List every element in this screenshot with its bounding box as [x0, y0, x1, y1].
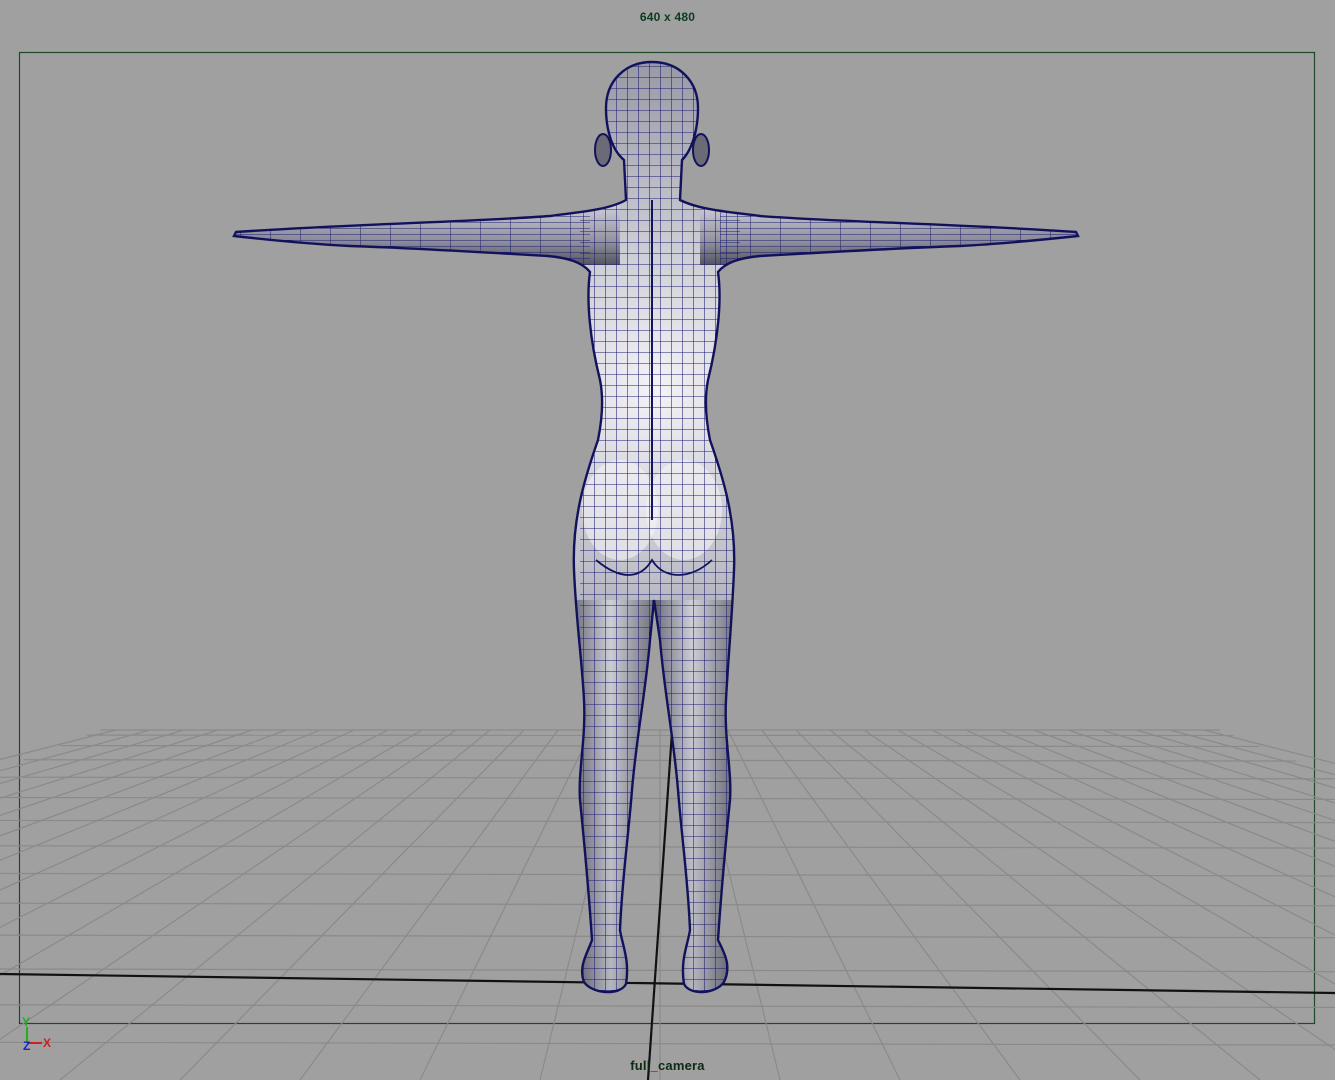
perspective-viewport[interactable]: 640 x 480 full_camera Y Z X [0, 0, 1335, 1080]
viewport-canvas[interactable] [0, 0, 1335, 1080]
axis-x-label: X [43, 1036, 52, 1050]
grid-line [0, 729, 253, 817]
grid-line [0, 729, 457, 1041]
grid-line [0, 819, 1335, 824]
grid-line [0, 968, 1335, 973]
grid-line [419, 729, 593, 1080]
grid-line [0, 1004, 1335, 1009]
grid-line [179, 729, 525, 1080]
grid-line [0, 729, 321, 861]
grid-line [0, 729, 423, 977]
grid-line [0, 845, 1335, 849]
axis-z-label: Z [23, 1039, 31, 1053]
axis-y-label: Y [22, 1015, 31, 1029]
grid-line [299, 729, 559, 1080]
grid-line [0, 729, 219, 799]
grid-line [0, 872, 1335, 877]
ear-right [692, 133, 710, 167]
grid-line [0, 934, 1335, 939]
grid-line [0, 1041, 1335, 1046]
resolution-label: 640 x 480 [639, 10, 696, 24]
camera-name-label: full_camera [630, 1058, 705, 1073]
character-mesh[interactable] [230, 55, 1080, 1005]
grid-line [0, 729, 389, 929]
grid-line [59, 729, 491, 1080]
grid-line [0, 729, 355, 891]
ear-left [594, 133, 612, 167]
